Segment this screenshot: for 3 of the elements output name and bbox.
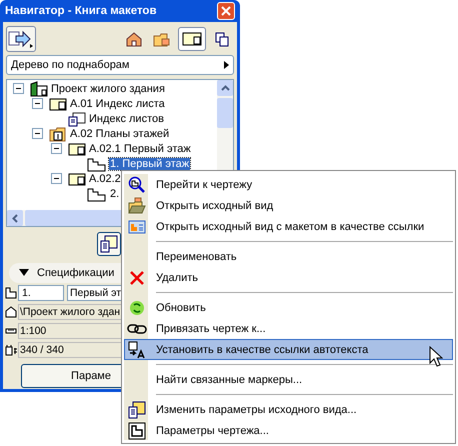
window-title: Навигатор - Книга макетов [5,5,157,17]
dropdown-value: Дерево по поднаборам [11,59,130,71]
section-title: Спецификации [37,267,114,279]
